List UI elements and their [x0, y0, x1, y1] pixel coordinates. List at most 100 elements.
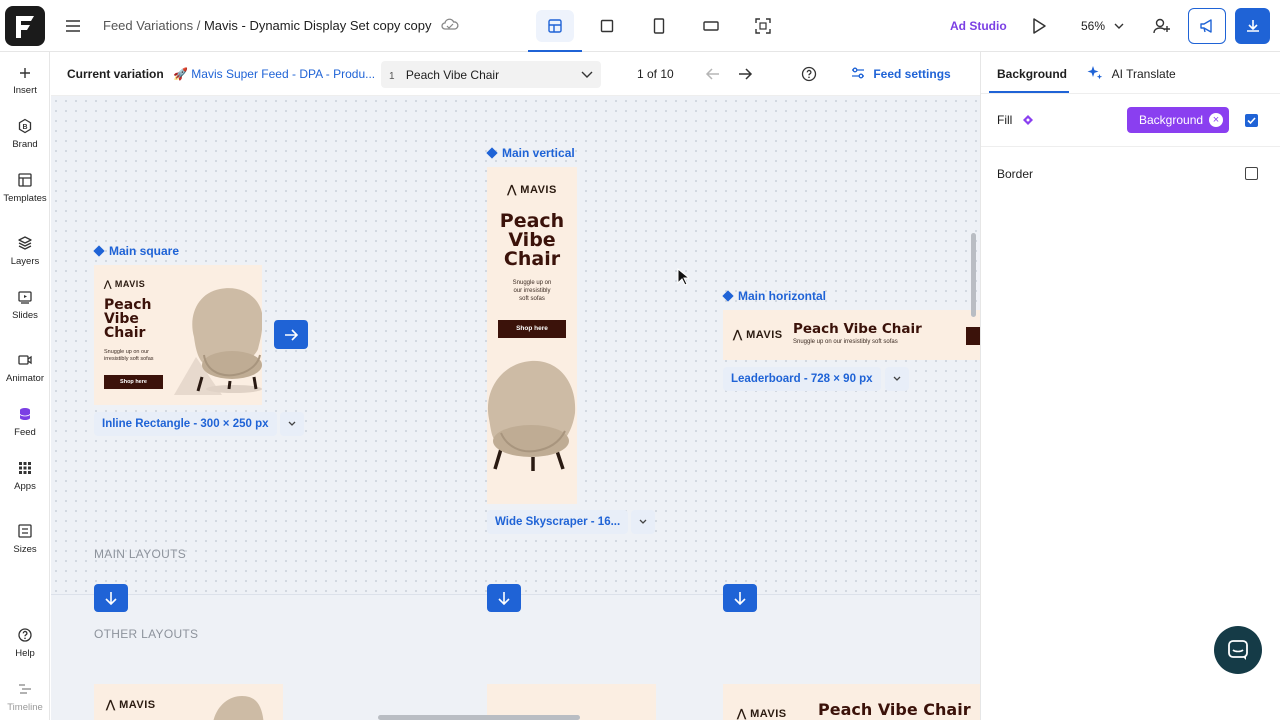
feed-icon: [19, 408, 31, 420]
brand-name: MAVIS: [520, 184, 557, 196]
variation-select[interactable]: 1 Peach Vibe Chair: [381, 61, 601, 88]
tab-ai-translate[interactable]: AI Translate: [1087, 65, 1176, 81]
ad-preview-horizontal[interactable]: ⋀ MAVIS Peach Vibe Chair Snuggle up on o…: [723, 310, 980, 360]
chevron-down-icon: [639, 519, 647, 524]
frame-title-vertical[interactable]: Main vertical: [486, 146, 575, 160]
layout-grid-icon: [548, 19, 562, 33]
size-dropdown-square[interactable]: [280, 412, 304, 436]
subtext-line: Snuggle up on our: [104, 349, 149, 355]
arrow-down-icon: [498, 592, 510, 605]
export-button[interactable]: [1235, 8, 1270, 44]
sidebar-item-layers[interactable]: Layers: [0, 235, 50, 267]
remove-chip-icon[interactable]: ×: [1209, 113, 1223, 127]
feed-settings-button[interactable]: Feed settings: [851, 67, 951, 81]
ad-headline: Peach Vibe Chair: [818, 700, 971, 719]
headline-line: Peach: [104, 297, 152, 313]
plus-icon: [20, 68, 30, 78]
move-down-button[interactable]: [723, 584, 757, 612]
sidebar-item-sizes[interactable]: Sizes: [0, 523, 50, 555]
mavis-logo-icon: ⋀: [104, 279, 112, 289]
sidebar-item-brand[interactable]: B Brand: [0, 118, 50, 150]
breadcrumb-parent[interactable]: Feed Variations /: [103, 18, 200, 33]
app-logo[interactable]: [5, 6, 45, 46]
frame-title-square[interactable]: Main square: [93, 244, 179, 258]
feed-source-link[interactable]: 🚀 Mavis Super Feed - DPA - Produ...: [173, 67, 375, 81]
headline-line: Vibe: [104, 311, 139, 327]
ad-preview-vertical[interactable]: ⋀ MAVIS Peach Vibe Chair Snuggle up on o…: [487, 167, 577, 504]
sidebar-item-insert[interactable]: Insert: [0, 66, 50, 96]
sidebar-item-templates[interactable]: Templates: [0, 172, 50, 204]
add-user-icon[interactable]: [1152, 16, 1172, 41]
sizes-icon: [18, 524, 32, 538]
next-frame-arrow-button[interactable]: [274, 320, 308, 349]
view-custom-button[interactable]: [744, 10, 782, 42]
headline-line: Chair: [104, 325, 146, 341]
mavis-logo-icon: ⋀: [507, 184, 517, 196]
size-chip-horizontal[interactable]: Leaderboard - 728 × 90 px: [723, 367, 881, 391]
sidebar-item-slides[interactable]: Slides: [0, 289, 50, 321]
arrow-down-icon: [105, 592, 117, 605]
ad-cta-button: Shop here: [104, 375, 163, 389]
size-chip-square[interactable]: Inline Rectangle - 300 × 250 px: [94, 412, 277, 436]
chevron-down-icon: [288, 421, 296, 426]
sidebar-item-apps[interactable]: Apps: [0, 460, 50, 492]
ad-subtext: Snuggle up on our irresistibly soft sofa…: [793, 339, 898, 345]
view-vertical-button[interactable]: [640, 10, 678, 42]
move-down-button[interactable]: [94, 584, 128, 612]
frame-title-label: Main vertical: [502, 146, 575, 160]
chevron-down-icon: [1114, 23, 1124, 29]
border-checkbox[interactable]: [1245, 167, 1258, 180]
ad-preview-other-square[interactable]: ⋀ MAVIS: [94, 684, 283, 720]
download-icon: [1246, 20, 1259, 32]
hamburger-menu-icon[interactable]: [63, 16, 83, 36]
design-canvas[interactable]: Main square ⋀ MAVIS Peach Vibe Chair Snu…: [51, 96, 980, 720]
diamond-icon: [93, 245, 105, 257]
fill-checkbox[interactable]: [1245, 114, 1258, 127]
breadcrumb-current[interactable]: Mavis - Dynamic Display Set copy copy: [204, 18, 432, 33]
sidebar-item-animator[interactable]: Animator: [0, 352, 50, 384]
support-chat-button[interactable]: [1214, 626, 1262, 674]
frame-title-horizontal[interactable]: Main horizontal: [722, 289, 826, 303]
brand-logo: ⋀ MAVIS: [733, 328, 783, 341]
horizontal-scrollbar[interactable]: [378, 715, 580, 720]
ad-preview-square[interactable]: ⋀ MAVIS Peach Vibe Chair Snuggle up on o…: [94, 265, 262, 405]
sidebar-item-help[interactable]: Help: [0, 627, 50, 659]
next-variation-icon[interactable]: [737, 66, 753, 87]
properties-panel: Background AI Translate Fill Background …: [980, 52, 1280, 720]
chevron-down-icon: [893, 376, 901, 381]
templates-icon: [18, 173, 32, 187]
fit-screen-icon: [755, 18, 771, 34]
move-down-button[interactable]: [487, 584, 521, 612]
size-dropdown-vertical[interactable]: [631, 510, 655, 534]
ad-preview-other-horizontal[interactable]: ⋀ MAVIS Peach Vibe Chair: [723, 684, 980, 720]
fill-source-chip[interactable]: Background ×: [1127, 107, 1229, 133]
sidebar-item-feed[interactable]: Feed: [0, 406, 50, 438]
variation-index: 1: [389, 71, 395, 82]
previous-variation-icon[interactable]: [705, 66, 721, 87]
vertical-scrollbar[interactable]: [971, 233, 976, 317]
view-square-button[interactable]: [588, 10, 626, 42]
mavis-logo-icon: ⋀: [737, 708, 747, 720]
view-all-sizes-button[interactable]: [528, 10, 582, 52]
mavis-logo-icon: ⋀: [106, 699, 116, 711]
zoom-dropdown[interactable]: 56%: [1081, 19, 1124, 33]
campaign-button[interactable]: [1188, 8, 1226, 44]
feed-settings-label: Feed settings: [873, 67, 951, 81]
section-label-main-layouts: MAIN LAYOUTS: [94, 547, 187, 561]
ad-cta-button: Shop here: [498, 320, 566, 338]
tab-background[interactable]: Background: [997, 67, 1067, 81]
view-horizontal-button[interactable]: [692, 10, 730, 42]
svg-text:B: B: [22, 124, 27, 131]
help-icon: [18, 628, 32, 642]
size-chip-vertical[interactable]: Wide Skyscraper - 16...: [487, 510, 629, 534]
ad-studio-link[interactable]: Ad Studio: [950, 19, 1007, 33]
brand-icon: B: [18, 118, 32, 134]
preview-play-icon[interactable]: [1030, 16, 1048, 41]
sidebar-item-timeline[interactable]: Timeline: [0, 681, 50, 713]
sidebar-item-label: Slides: [12, 310, 38, 321]
sidebar-item-label: Apps: [14, 481, 36, 492]
variation-name: Peach Vibe Chair: [405, 68, 500, 82]
size-dropdown-horizontal[interactable]: [885, 367, 909, 391]
help-circle-icon[interactable]: [801, 66, 817, 87]
left-sidebar: Insert B Brand Templates Layers Slides A…: [0, 52, 50, 720]
